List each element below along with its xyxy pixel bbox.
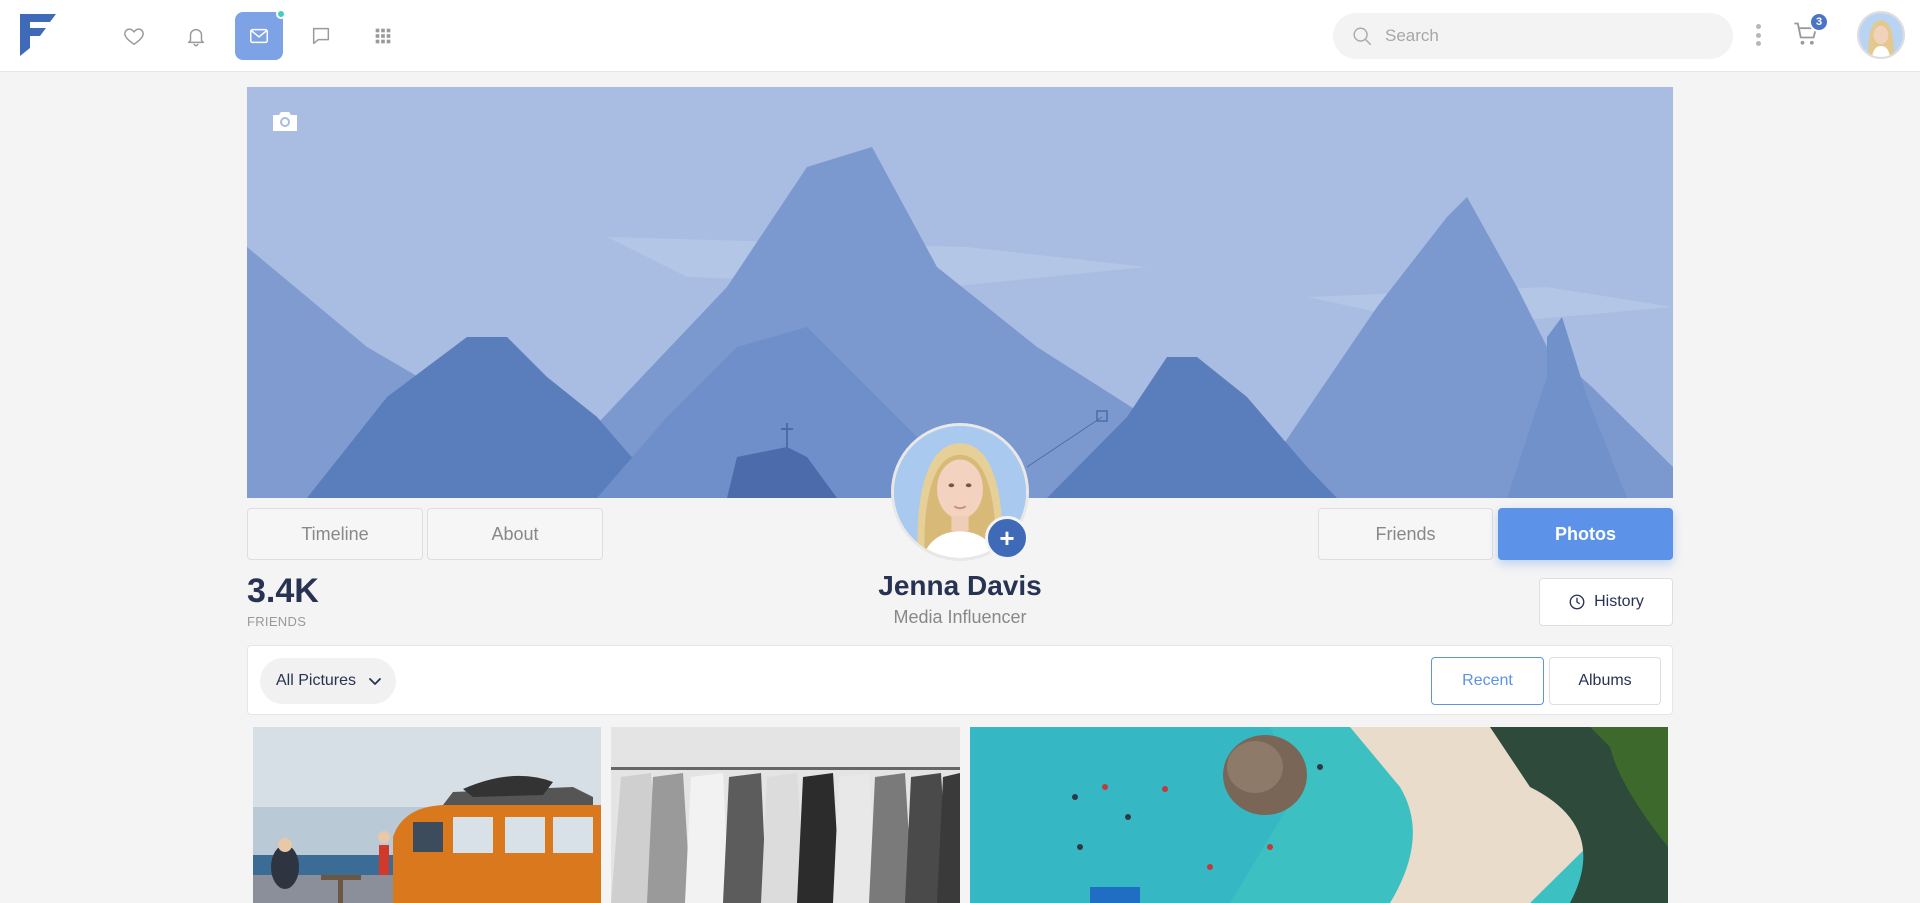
profile-name: Jenna Davis	[878, 570, 1042, 601]
beach-aerial-photo	[970, 727, 1668, 903]
bell-icon	[187, 28, 205, 47]
dropdown-label: All Pictures	[276, 672, 357, 689]
tab-timeline[interactable]: Timeline	[247, 508, 423, 560]
brand-logo[interactable]	[20, 14, 56, 56]
tab-photos[interactable]: Photos	[1498, 508, 1673, 560]
unread-dot	[276, 9, 286, 19]
photo-thumbnail[interactable]	[970, 727, 1668, 903]
clothing-rack-photo	[611, 727, 960, 903]
cart-button[interactable]: 3	[1792, 12, 1829, 52]
cart-count-badge: 3	[1809, 12, 1829, 32]
pictures-dropdown[interactable]: All Pictures	[260, 658, 396, 704]
grid-icon	[375, 28, 391, 44]
heart-icon	[124, 28, 144, 45]
photo-filter-bar: All Pictures Recent Albums	[247, 645, 1673, 715]
messages-button[interactable]	[235, 9, 286, 60]
history-button[interactable]: History	[1539, 578, 1673, 626]
chevron-down-icon	[369, 678, 381, 685]
albums-button[interactable]: Albums	[1549, 657, 1661, 705]
apps-button[interactable]	[359, 12, 407, 60]
search-icon	[1353, 27, 1371, 45]
add-profile-photo-button[interactable]: +	[985, 516, 1029, 560]
chat-icon	[312, 27, 330, 45]
top-navbar: 3	[0, 0, 1920, 72]
friends-count-label: FRIENDS	[247, 614, 307, 629]
clock-icon	[1569, 594, 1585, 610]
tab-friends[interactable]: Friends	[1318, 508, 1493, 560]
camera-icon[interactable]	[271, 109, 299, 133]
search-bar	[1333, 13, 1733, 59]
profile-title: Media Influencer	[893, 607, 1027, 627]
van-beach-photo	[253, 727, 601, 903]
photo-thumbnail[interactable]	[253, 727, 601, 903]
friends-count: 3.4K	[247, 572, 319, 610]
search-input[interactable]	[1385, 26, 1715, 46]
mail-icon	[250, 28, 268, 44]
history-label: History	[1594, 593, 1644, 610]
user-avatar[interactable]	[1857, 11, 1905, 59]
favorites-button[interactable]	[110, 12, 158, 60]
recent-button[interactable]: Recent	[1431, 657, 1544, 705]
avatar-image	[1859, 13, 1903, 57]
tab-about[interactable]: About	[427, 508, 603, 560]
more-options-icon[interactable]	[1752, 22, 1764, 48]
notifications-button[interactable]	[172, 12, 220, 60]
logo-icon	[20, 14, 56, 56]
photo-thumbnail[interactable]	[611, 727, 960, 903]
chat-button[interactable]	[297, 12, 345, 60]
